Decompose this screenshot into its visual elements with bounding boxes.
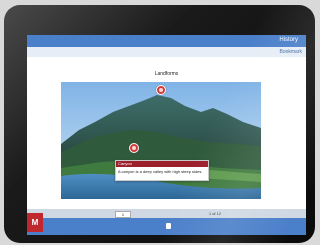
landscape-illustration	[61, 82, 261, 199]
hotspot-peak[interactable]	[156, 85, 166, 95]
app-sub-bar: Bookmark	[27, 47, 306, 57]
tablet-device: History Bookmark Landforms Canyon A cany…	[4, 5, 315, 243]
popup-body: A canyon is a deep valley with high stee…	[118, 169, 203, 174]
progress-text: 1 of 12	[208, 211, 222, 216]
bottom-toolbar: 1 1 of 12 M	[27, 209, 306, 235]
app-title: History	[279, 37, 298, 43]
page-heading: Landforms	[154, 71, 179, 77]
navigation-strip: 1 1 of 12	[27, 209, 306, 218]
home-indicator[interactable]	[166, 223, 171, 229]
page-number-field[interactable]: 1	[115, 211, 131, 218]
app-screen: History Bookmark Landforms Canyon A cany…	[27, 35, 306, 235]
bookmark-link[interactable]: Bookmark	[279, 49, 302, 55]
brand-logo: M	[27, 213, 43, 232]
app-top-bar: History	[27, 35, 306, 47]
info-popup: Canyon A canyon is a deep valley with hi…	[115, 160, 209, 181]
landscape-image	[61, 82, 261, 199]
hotspot-canyon[interactable]	[129, 143, 139, 153]
